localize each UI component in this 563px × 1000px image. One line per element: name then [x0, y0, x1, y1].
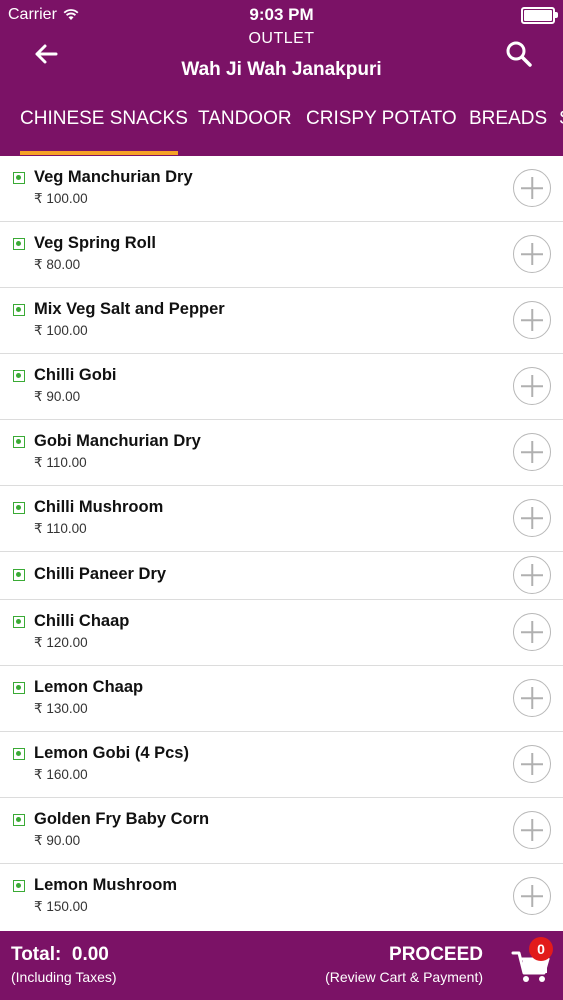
- item-name: Golden Fry Baby Corn: [34, 810, 210, 828]
- add-item-button[interactable]: [513, 556, 551, 594]
- veg-indicator-icon: [13, 370, 25, 382]
- proceed-note: (Review Cart & Payment): [325, 969, 483, 985]
- battery-icon: [521, 7, 558, 24]
- item-price: ₹ 110.00: [34, 455, 87, 470]
- list-item: Mix Veg Salt and Pepper ₹ 100.00: [0, 288, 563, 354]
- outlet-label: OUTLET: [248, 30, 315, 47]
- item-price: ₹ 90.00: [34, 389, 81, 404]
- add-item-button[interactable]: [513, 301, 551, 339]
- item-price: ₹ 80.00: [34, 257, 81, 272]
- item-name: Chilli Paneer Dry: [34, 565, 167, 583]
- veg-indicator-icon: [13, 172, 25, 184]
- veg-indicator-icon: [13, 436, 25, 448]
- item-name: Mix Veg Salt and Pepper: [34, 300, 225, 318]
- list-item: Chilli Gobi ₹ 90.00: [0, 354, 563, 420]
- item-name: Chilli Mushroom: [34, 498, 164, 516]
- add-item-button[interactable]: [513, 679, 551, 717]
- outlet-name: Wah Ji Wah Janakpuri: [181, 59, 382, 80]
- add-item-button[interactable]: [513, 433, 551, 471]
- list-item: Veg Manchurian Dry ₹ 100.00: [0, 156, 563, 222]
- veg-indicator-icon: [13, 748, 25, 760]
- list-item: Gobi Manchurian Dry ₹ 110.00: [0, 420, 563, 486]
- list-item: Chilli Mushroom ₹ 110.00: [0, 486, 563, 552]
- add-item-button[interactable]: [513, 877, 551, 915]
- add-item-button[interactable]: [513, 745, 551, 783]
- veg-indicator-icon: [13, 616, 25, 628]
- item-price: ₹ 90.00: [34, 833, 81, 848]
- item-price: ₹ 100.00: [34, 191, 88, 206]
- add-item-button[interactable]: [513, 499, 551, 537]
- item-price: ₹ 130.00: [34, 701, 88, 716]
- veg-indicator-icon: [13, 880, 25, 892]
- tab-crispy-potato[interactable]: CRISPY POTATO: [306, 108, 457, 130]
- item-name: Chilli Gobi: [34, 366, 117, 384]
- list-item: Golden Fry Baby Corn ₹ 90.00: [0, 798, 563, 864]
- item-name: Lemon Chaap: [34, 678, 144, 696]
- status-bar: Carrier 9:03 PM: [0, 0, 563, 28]
- add-item-button[interactable]: [513, 235, 551, 273]
- veg-indicator-icon: [13, 502, 25, 514]
- item-name: Gobi Manchurian Dry: [34, 432, 201, 450]
- tab-tandoor[interactable]: TANDOOR: [198, 108, 292, 130]
- tab-chinese-snacks[interactable]: CHINESE SNACKS: [20, 108, 188, 130]
- list-item: Chilli Paneer Dry: [0, 552, 563, 600]
- add-item-button[interactable]: [513, 367, 551, 405]
- total-label: Total:: [11, 944, 62, 965]
- veg-indicator-icon: [13, 304, 25, 316]
- search-icon[interactable]: [503, 38, 535, 70]
- item-price: ₹ 120.00: [34, 635, 88, 650]
- list-item: Chilli Chaap ₹ 120.00: [0, 600, 563, 666]
- app-header: Carrier 9:03 PM OUTLET Wah Ji Wah Janakp…: [0, 0, 563, 156]
- list-item: Lemon Chaap ₹ 130.00: [0, 666, 563, 732]
- tab-next-partial[interactable]: S: [559, 108, 563, 130]
- status-time: 9:03 PM: [249, 5, 314, 24]
- category-tabs: CHINESE SNACKS TANDOOR CRISPY POTATO BRE…: [0, 98, 563, 156]
- taxes-note: (Including Taxes): [11, 969, 117, 985]
- item-price: ₹ 100.00: [34, 323, 88, 338]
- veg-indicator-icon: [13, 569, 25, 581]
- list-item: Veg Spring Roll ₹ 80.00: [0, 222, 563, 288]
- menu-item-list: Veg Manchurian Dry ₹ 100.00 Veg Spring R…: [0, 156, 563, 930]
- active-tab-indicator: [20, 151, 178, 155]
- proceed-button[interactable]: PROCEED: [389, 944, 483, 966]
- item-name: Lemon Mushroom: [34, 876, 177, 894]
- item-name: Veg Spring Roll: [34, 234, 156, 252]
- tab-breads[interactable]: BREADS: [469, 108, 547, 130]
- add-item-button[interactable]: [513, 811, 551, 849]
- list-item: Lemon Gobi (4 Pcs) ₹ 160.00: [0, 732, 563, 798]
- veg-indicator-icon: [13, 682, 25, 694]
- veg-indicator-icon: [13, 238, 25, 250]
- item-price: ₹ 150.00: [34, 899, 88, 914]
- add-item-button[interactable]: [513, 169, 551, 207]
- cart-total: Total: 0.00: [11, 944, 109, 966]
- item-price: ₹ 110.00: [34, 521, 87, 536]
- item-name: Lemon Gobi (4 Pcs): [34, 744, 189, 762]
- veg-indicator-icon: [13, 814, 25, 826]
- add-item-button[interactable]: [513, 613, 551, 651]
- total-value: 0.00: [71, 944, 109, 965]
- list-item: Lemon Mushroom ₹ 150.00: [0, 864, 563, 930]
- item-price: ₹ 160.00: [34, 767, 88, 782]
- cart-count-badge: 0: [529, 937, 553, 961]
- item-name: Veg Manchurian Dry: [34, 168, 193, 186]
- item-name: Chilli Chaap: [34, 612, 130, 630]
- checkout-bar: Total: 0.00 (Including Taxes) PROCEED (R…: [0, 931, 563, 1000]
